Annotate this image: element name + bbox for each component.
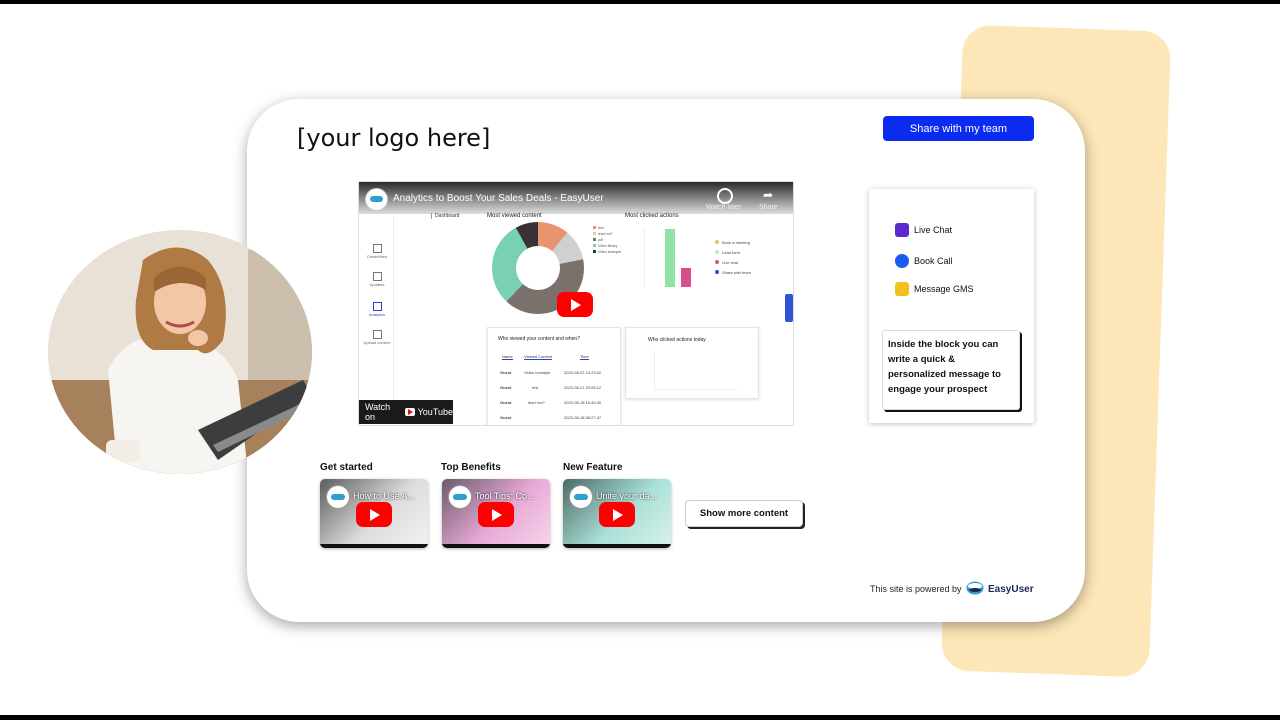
message-option[interactable]: Message GMS xyxy=(895,282,974,296)
channel-avatar-icon xyxy=(569,485,593,509)
upload-icon xyxy=(372,330,382,339)
youtube-logo-icon xyxy=(405,408,415,416)
main-video-player[interactable]: CreateView Updates Analytics Upload cont… xyxy=(358,181,794,426)
phone-icon xyxy=(895,254,909,268)
youtube-play-icon[interactable] xyxy=(557,292,593,317)
who-viewed-heading: Who viewed your content and when? xyxy=(498,336,580,342)
video-title[interactable]: Analytics to Boost Your Sales Deals - Ea… xyxy=(393,193,604,204)
sidebar-item-createview: CreateView xyxy=(361,244,393,259)
youtube-play-icon xyxy=(356,502,392,527)
new-feature-label: New Feature xyxy=(563,462,623,473)
watch-later-label[interactable]: Watch later xyxy=(706,204,741,211)
sidebar-item-analytics: Analytics xyxy=(361,302,393,317)
legend-entry: Book a meeting xyxy=(715,238,751,248)
legend-entry: Live chat xyxy=(715,258,751,268)
video-thumbnail-get-started[interactable]: How to Use A... xyxy=(320,479,428,548)
live-chat-option[interactable]: Live Chat xyxy=(895,223,952,237)
legend-entry: Video example xyxy=(593,249,621,255)
powered-by-text: This site is powered by xyxy=(870,584,962,594)
who-clicked-heading: Who clicked actions today xyxy=(648,337,706,343)
top-benefits-label: Top Benefits xyxy=(441,462,501,473)
message-icon xyxy=(895,282,909,296)
person-illustration xyxy=(48,230,312,474)
logo-placeholder: [your logo here] xyxy=(297,124,491,152)
top-border xyxy=(0,0,1280,4)
person-photo xyxy=(48,230,312,474)
dashboard-sidebar: CreateView Updates Analytics Upload cont… xyxy=(359,214,394,424)
easyuser-brand-name[interactable]: EasyUser xyxy=(988,584,1034,595)
thumbnail-progress-bar xyxy=(320,544,428,548)
watch-on-youtube-button[interactable]: Watch on YouTube xyxy=(359,400,453,424)
clicked-legend: Book a meeting Lead form Live chat Share… xyxy=(715,238,751,278)
share-arrow-icon[interactable]: ➦ xyxy=(763,188,773,202)
show-more-content-button[interactable]: Show more content xyxy=(685,500,803,527)
bottom-border xyxy=(0,715,1280,720)
who-viewed-panel: Who viewed your content and when? Name V… xyxy=(487,327,621,425)
youtube-play-icon xyxy=(599,502,635,527)
sidebar-item-updates: Updates xyxy=(361,272,393,287)
sidebar-item-upload: Upload content xyxy=(361,330,393,345)
share-with-team-button[interactable]: Share with my team xyxy=(883,116,1034,141)
thumbnail-progress-bar xyxy=(563,544,671,548)
youtube-play-icon xyxy=(478,502,514,527)
get-started-label: Get started xyxy=(320,462,373,473)
feedback-tab[interactable] xyxy=(785,294,793,322)
chat-icon xyxy=(895,223,909,237)
personal-message-box: Inside the block you can write a quick &… xyxy=(882,330,1020,410)
most-clicked-bar-chart xyxy=(644,227,705,287)
chart-axis xyxy=(654,389,738,390)
channel-avatar-icon xyxy=(326,485,350,509)
channel-avatar-icon xyxy=(448,485,472,509)
updates-icon xyxy=(372,272,382,281)
legend-entry: Share with team xyxy=(715,268,751,278)
col-viewed-content: Viewed Content xyxy=(524,354,553,360)
col-name: Name xyxy=(502,354,513,360)
book-call-option[interactable]: Book Call xyxy=(895,254,953,268)
donut-legend: test lead rnd? pdf Video library Video e… xyxy=(593,225,621,255)
who-clicked-panel: Who clicked actions today xyxy=(625,327,759,399)
contact-widget: Live Chat Book Call Message GMS Inside t… xyxy=(869,189,1034,423)
legend-entry: Lead form xyxy=(715,248,751,258)
bar-live-chat xyxy=(665,229,675,287)
video-title-bar: Analytics to Boost Your Sales Deals - Ea… xyxy=(359,182,793,214)
video-thumbnail-new-feature[interactable]: Unite your da... xyxy=(563,479,671,548)
analytics-icon xyxy=(372,302,382,311)
video-thumbnail-top-benefits[interactable]: Tool Tips: Co... xyxy=(442,479,550,548)
bar-share-with-team xyxy=(681,268,691,287)
channel-avatar-icon[interactable] xyxy=(365,188,388,211)
easyuser-logo-icon[interactable] xyxy=(966,581,984,595)
col-time: Time xyxy=(580,354,589,360)
chart-axis xyxy=(654,350,655,390)
grid-icon xyxy=(372,244,382,253)
share-label[interactable]: Share xyxy=(759,204,778,211)
thumbnail-progress-bar xyxy=(442,544,550,548)
clock-icon[interactable] xyxy=(717,188,733,204)
